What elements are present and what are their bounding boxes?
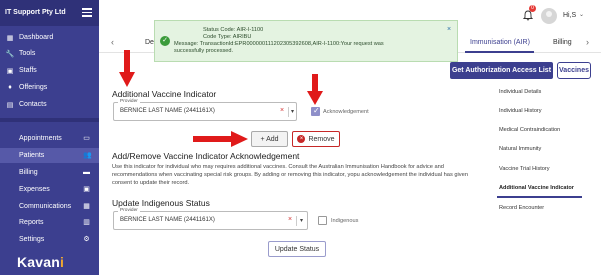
expenses-icon: ▣ [83, 186, 90, 193]
sidebar: IT Support Pty Ltd ▦ Dashboard 🔧 Tools ▣… [0, 0, 99, 275]
active-tab-indicator [465, 51, 534, 53]
annotation-arrow-right-icon [193, 131, 248, 147]
sidebar-item-expenses[interactable]: Expenses ▣ [0, 182, 99, 197]
vaccines-button[interactable]: Vaccines [557, 62, 591, 79]
provider-label: Provider [118, 208, 140, 213]
side-menu-vaccine-trial-history[interactable]: Vaccine Trial History [499, 166, 550, 172]
staff-icon: ▣ [6, 67, 14, 75]
communications-icon: ▦ [83, 203, 90, 210]
sidebar-item-dashboard[interactable]: ▦ Dashboard [0, 30, 99, 45]
indigenous-heading: Update Indigenous Status [112, 198, 210, 208]
notification-badge: 0 [529, 5, 536, 12]
chevron-down-icon[interactable]: ▾ [291, 108, 294, 115]
select-divider [288, 107, 289, 117]
success-toast: ✓ Status Code: AIR-I-1100 Code Type: AIR… [154, 20, 458, 62]
sidebar-item-label: Settings [19, 236, 45, 243]
sidebar-item-label: Tools [19, 50, 36, 57]
side-menu-individual-details[interactable]: Individual Details [499, 89, 541, 95]
gift-icon: ♦ [8, 84, 12, 91]
sidebar-item-reports[interactable]: Reports ▥ [0, 215, 99, 230]
side-menu-active-indicator [497, 196, 582, 198]
clear-icon[interactable]: × [280, 107, 284, 114]
avatar[interactable] [541, 8, 557, 24]
close-icon[interactable]: × [447, 26, 451, 33]
sidebar-header: IT Support Pty Ltd [0, 0, 99, 26]
side-menu-record-encounter[interactable]: Record Encounter [499, 205, 544, 211]
chevron-down-icon[interactable]: ▾ [300, 217, 303, 224]
sidebar-item-communications[interactable]: Communications ▦ [0, 199, 99, 214]
sidebar-item-label: Contacts [19, 101, 47, 108]
hamburger-menu-icon[interactable] [82, 8, 92, 17]
chevron-down-icon[interactable]: ⌄ [579, 11, 584, 18]
sidebar-item-appointments[interactable]: Appointments ▭ [0, 131, 99, 146]
org-name: IT Support Pty Ltd [5, 9, 66, 16]
side-menu-additional-vaccine-indicator[interactable]: Additional Vaccine Indicator [499, 185, 574, 191]
patients-icon: 👥 [83, 152, 92, 159]
sidebar-item-settings[interactable]: Settings ⚙ [0, 232, 99, 247]
side-menu-medical-contraindication[interactable]: Medical Contraindication [499, 127, 560, 133]
sidebar-item-label: Appointments [19, 135, 62, 142]
billing-icon: ▬ [83, 169, 90, 176]
sidebar-item-billing[interactable]: Billing ▬ [0, 165, 99, 180]
sidebar-item-staffs[interactable]: ▣ Staffs [0, 63, 99, 78]
calendar-icon: ▭ [83, 135, 90, 142]
toast-message-cont: successfully processed. [174, 48, 234, 54]
sidebar-item-label: Expenses [19, 186, 50, 193]
side-menu-natural-immunity[interactable]: Natural Immunity [499, 146, 541, 152]
side-menu-individual-history[interactable]: Individual History [499, 108, 542, 114]
toast-code-type: Code Type: AIRIBU [203, 34, 252, 40]
toast-status-code: Status Code: AIR-I-1100 [203, 27, 264, 33]
ack-description: Use this indicator for individual who ma… [112, 164, 468, 186]
toast-message: Message: TransactionId:EPR00000011120230… [174, 41, 384, 47]
provider-label: Provider [118, 99, 140, 104]
indigenous-checkbox[interactable] [318, 216, 327, 225]
tab-billing[interactable]: Billing [553, 39, 572, 46]
get-authorization-button[interactable]: Get Authorization Access List [450, 62, 553, 79]
username[interactable]: Hi,S [563, 12, 576, 19]
annotation-arrow-down-icon [307, 74, 323, 105]
gear-icon: ⚙ [83, 236, 90, 243]
sidebar-item-label: Patients [19, 152, 45, 159]
sidebar-item-label: Dashboard [19, 34, 54, 41]
indigenous-label: Indigenous [331, 218, 359, 224]
sidebar-item-label: Staffs [19, 67, 37, 74]
ack-heading: Add/Remove Vaccine Indicator Acknowledge… [112, 151, 300, 161]
brand-logo: Kavani [17, 254, 65, 270]
add-button[interactable]: + Add [251, 131, 288, 147]
clear-icon[interactable]: × [288, 216, 292, 223]
annotation-arrow-down-icon [119, 50, 135, 87]
sidebar-item-label: Reports [19, 219, 44, 226]
sidebar-divider [0, 118, 99, 122]
sidebar-item-tools[interactable]: 🔧 Tools [0, 46, 99, 61]
sidebar-item-label: Communications [19, 203, 72, 210]
avi-heading: Additional Vaccine Indicator [112, 89, 217, 99]
wrench-icon: 🔧 [5, 50, 15, 58]
remove-button[interactable]: × Remove [292, 131, 340, 147]
select-divider [296, 216, 297, 226]
update-status-button[interactable]: Update Status [268, 241, 326, 257]
acknowledgement-checkbox[interactable] [311, 106, 320, 116]
provider-value: BERNICE LAST NAME (2441161X) [120, 108, 215, 114]
check-circle-icon: ✓ [160, 36, 170, 46]
tab-immunisation-air[interactable]: Immunisation (AIR) [470, 39, 530, 46]
indigenous-provider-select[interactable]: Provider BERNICE LAST NAME (2441161X) × … [113, 208, 308, 230]
sidebar-item-label: Billing [19, 169, 38, 176]
reports-icon: ▥ [83, 219, 90, 226]
sidebar-item-label: Offerings [19, 84, 48, 91]
contact-card-icon: ▤ [6, 101, 14, 109]
chevron-left-icon[interactable]: ‹ [111, 37, 114, 47]
sidebar-item-patients[interactable]: Patients 👥 [0, 148, 99, 163]
sidebar-item-offerings[interactable]: ♦ Offerings [0, 80, 99, 95]
acknowledgement-label: Acknowledgement [323, 109, 369, 115]
dashboard-icon: ▦ [6, 34, 14, 42]
avi-provider-select[interactable]: Provider BERNICE LAST NAME (2441161X) × … [113, 99, 297, 121]
remove-label: Remove [308, 135, 335, 143]
provider-value: BERNICE LAST NAME (2441161X) [120, 217, 215, 223]
sidebar-item-contacts[interactable]: ▤ Contacts [0, 97, 99, 112]
remove-icon: × [297, 135, 306, 143]
chevron-right-icon[interactable]: › [586, 37, 589, 47]
